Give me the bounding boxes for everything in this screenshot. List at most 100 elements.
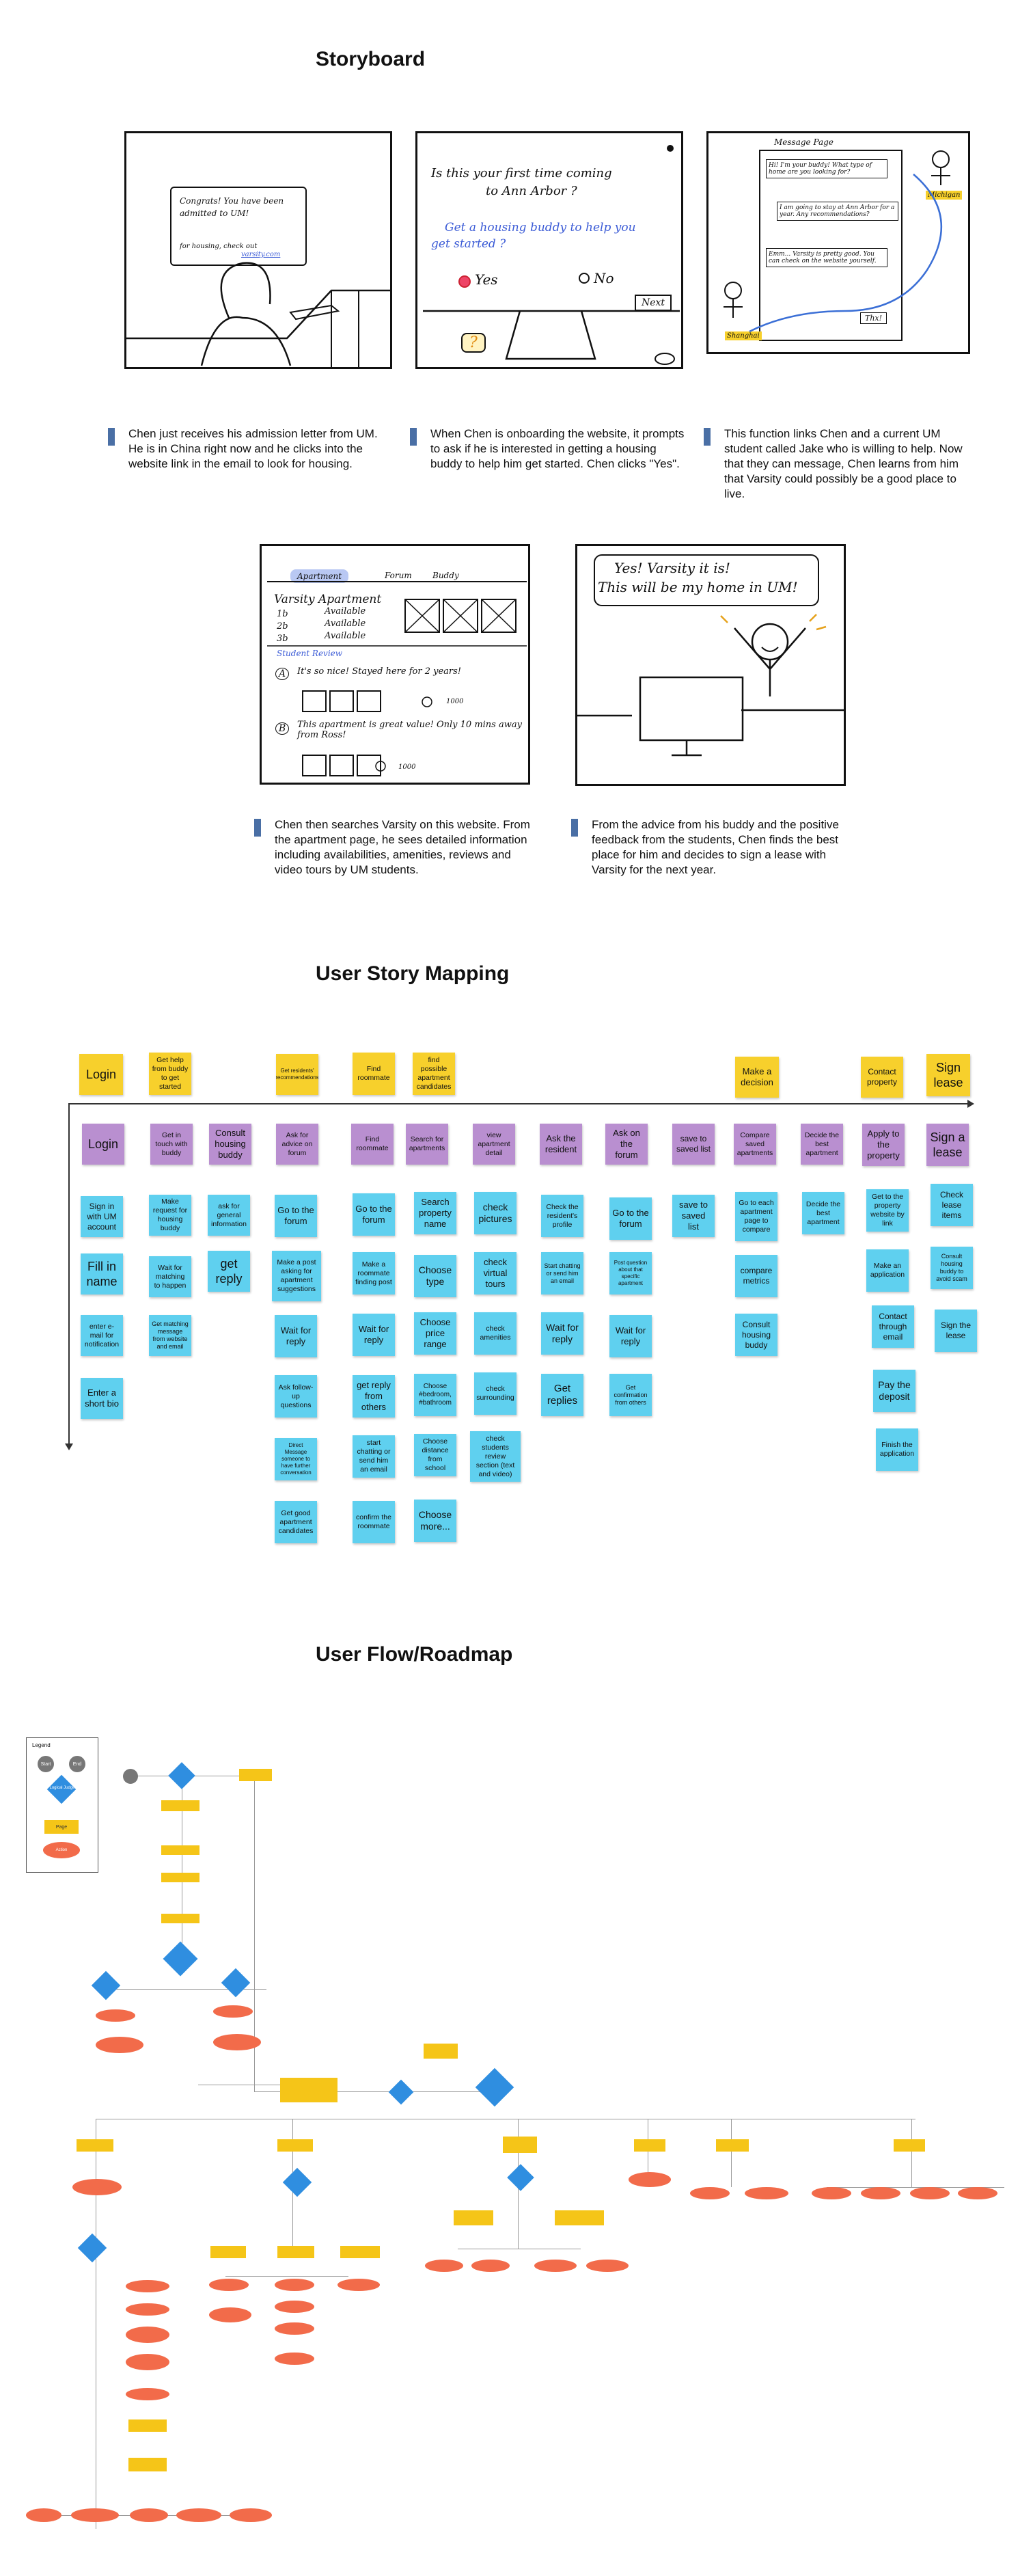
storyboard-caption-2: When Chen is onboarding the website, it … [410,426,690,472]
task-note: Get confirmation from others [609,1374,652,1416]
flow-page [894,2139,925,2152]
flow-action [126,2303,169,2316]
flow-action [230,2508,272,2522]
flow-action [812,2187,851,2199]
task-note: check students review section (text and … [470,1431,521,1482]
person-at-desk-sketch [126,262,390,367]
flow-action [176,2508,221,2522]
flow-decision [388,2079,414,2105]
flow-decision [475,2067,514,2107]
flow-page [161,1800,199,1811]
flow-decision [77,2233,107,2263]
legend-title: Legend [32,1742,51,1748]
flow-action [209,2307,251,2322]
flow-page [555,2210,604,2225]
flow-page [161,1845,199,1855]
task-note: Pay the deposit [873,1370,915,1412]
task-note: Go to each apartment page to compare [735,1192,777,1241]
flow-decision [163,1941,198,1977]
task-note: save to saved list [672,1195,715,1237]
goal-note: Make a decision [735,1057,779,1098]
flow-action [275,2279,314,2291]
flow-line [225,2276,348,2277]
flow-action [471,2260,510,2272]
flow-action [71,2508,119,2522]
flow-page [634,2139,665,2152]
goal-note: Find roommate [353,1053,395,1095]
task-note: Enter a short bio [81,1378,123,1419]
task-note: Search property name [414,1192,456,1234]
task-note: Post question about that specific apartm… [609,1252,652,1294]
task-note: Get replies [541,1374,583,1416]
flow-page [277,2139,313,2152]
activity-note: Get in touch with buddy [150,1124,193,1165]
goal-note: Sign lease [926,1054,970,1096]
task-note: Start chatting or send him an email [541,1252,583,1294]
storyboard-frame-3: Message Page Hi! I'm your buddy! What ty… [706,131,970,354]
task-note: Go to the forum [353,1193,395,1236]
task-note: check pictures [474,1192,516,1234]
flow-action [338,2279,380,2291]
mapping-arrow-right [967,1100,974,1108]
task-note: Wait for reply [541,1312,583,1355]
legend-page: Page [44,1820,79,1834]
mapping-arrow-down [65,1443,73,1450]
flow-page [210,2246,246,2258]
section-title-storyboard: Storyboard [316,48,426,70]
flow-action [861,2187,900,2199]
flow-decision [168,1762,195,1789]
task-note: Check the resident's profile [541,1195,583,1237]
section-title-flow: User Flow/Roadmap [316,1643,513,1666]
task-note: check virtual tours [474,1252,516,1294]
happy-person-sketch [577,614,844,757]
task-note: Choose distance from school [414,1434,456,1476]
activity-note: Apply to the property [862,1124,905,1166]
task-note: Get matching message from website and em… [149,1315,191,1356]
flow-decision [91,1970,121,2001]
goal-note: Contact property [861,1057,903,1098]
flow-action [958,2187,997,2199]
task-note: Go to the forum [275,1195,317,1237]
flow-page [128,2419,167,2432]
flow-action [126,2280,169,2292]
chat-connection-sketch [724,150,950,333]
task-note: Wait for reply [275,1315,317,1357]
activity-note: Ask for advice on forum [276,1124,318,1165]
task-note: Sign the lease [935,1310,977,1352]
task-note: Direct Message someone to have further c… [275,1438,317,1480]
storyboard-frame-1: Congrats! You have been admitted to UM! … [124,131,392,369]
flow-page [454,2210,493,2225]
flow-page [77,2139,113,2152]
section-title-mapping: User Story Mapping [316,962,510,985]
task-note: Choose #bedroom, #bathroom [414,1374,456,1416]
storyboard-caption-5: From the advice from his buddy and the p… [571,817,851,878]
flow-action [910,2187,950,2199]
task-note: Contact through email [872,1305,914,1348]
flow-action [745,2187,788,2199]
task-note: Consult housing buddy to avoid scam [931,1247,973,1289]
flow-line [731,2119,732,2187]
goal-note: Login [79,1054,123,1095]
task-note: Get good apartment candidates [275,1501,317,1543]
legend-logical-label: Logical Judge [49,1786,75,1790]
task-note: get reply [208,1251,250,1292]
task-note: Wait for reply [353,1314,395,1356]
flow-page [424,2044,458,2059]
activity-note: Ask on the forum [605,1124,648,1165]
storyboard-frame-5: Yes! Varsity it is! This will be my home… [575,544,846,786]
flow-action [96,2009,135,2022]
flow-action [425,2260,463,2272]
flow-page [716,2139,749,2152]
task-note: Choose price range [414,1312,456,1355]
activity-note: Decide the best apartment [801,1124,843,1165]
flow-action [213,2034,261,2050]
task-note: Check lease items [931,1184,973,1226]
task-note: confirm the roommate [353,1501,395,1543]
task-note: ask for general information [208,1195,250,1236]
monitor-sketch [423,145,680,365]
flow-page [340,2246,380,2258]
task-note: Consult housing buddy [735,1314,777,1356]
task-note: check amenities [474,1312,516,1355]
flow-action [629,2172,671,2187]
task-note: Go to the forum [609,1197,652,1240]
